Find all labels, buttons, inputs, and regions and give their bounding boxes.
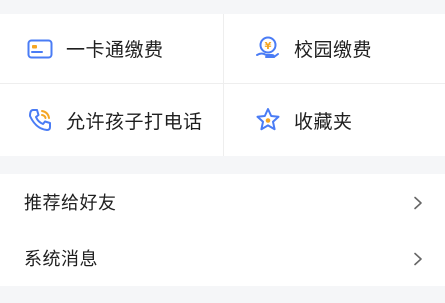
settings-list: 推荐给好友 系统消息 xyxy=(0,174,445,286)
star-icon xyxy=(254,106,282,134)
favorites-label: 收藏夹 xyxy=(294,110,353,133)
campus-card-payment-label: 一卡通缴费 xyxy=(66,39,164,61)
system-messages-label: 系统消息 xyxy=(24,249,98,270)
section-spacer xyxy=(0,156,445,174)
allow-child-call-item[interactable]: 允许孩子打电话 xyxy=(0,84,223,156)
campus-card-payment-item[interactable]: 一卡通缴费 xyxy=(0,14,223,84)
svg-text:¥: ¥ xyxy=(265,41,272,52)
phone-icon xyxy=(26,106,54,134)
system-messages-row[interactable]: 系统消息 xyxy=(0,230,445,286)
favorites-item[interactable]: 收藏夹 xyxy=(223,84,445,156)
recommend-to-friends-row[interactable]: 推荐给好友 xyxy=(0,174,445,230)
chevron-right-icon xyxy=(413,195,423,210)
recommend-to-friends-label: 推荐给好友 xyxy=(24,193,117,214)
payment-hand-icon: ¥ xyxy=(254,35,282,63)
card-icon xyxy=(26,35,54,63)
campus-payment-label: 校园缴费 xyxy=(294,39,373,61)
chevron-right-icon xyxy=(413,251,423,266)
top-spacer xyxy=(0,0,445,14)
allow-child-call-label: 允许孩子打电话 xyxy=(66,110,203,133)
campus-payment-item[interactable]: ¥ 校园缴费 xyxy=(223,14,445,84)
service-grid: 一卡通缴费 ¥ 校园缴费 允许孩子打电话 收藏夹 xyxy=(0,14,445,156)
